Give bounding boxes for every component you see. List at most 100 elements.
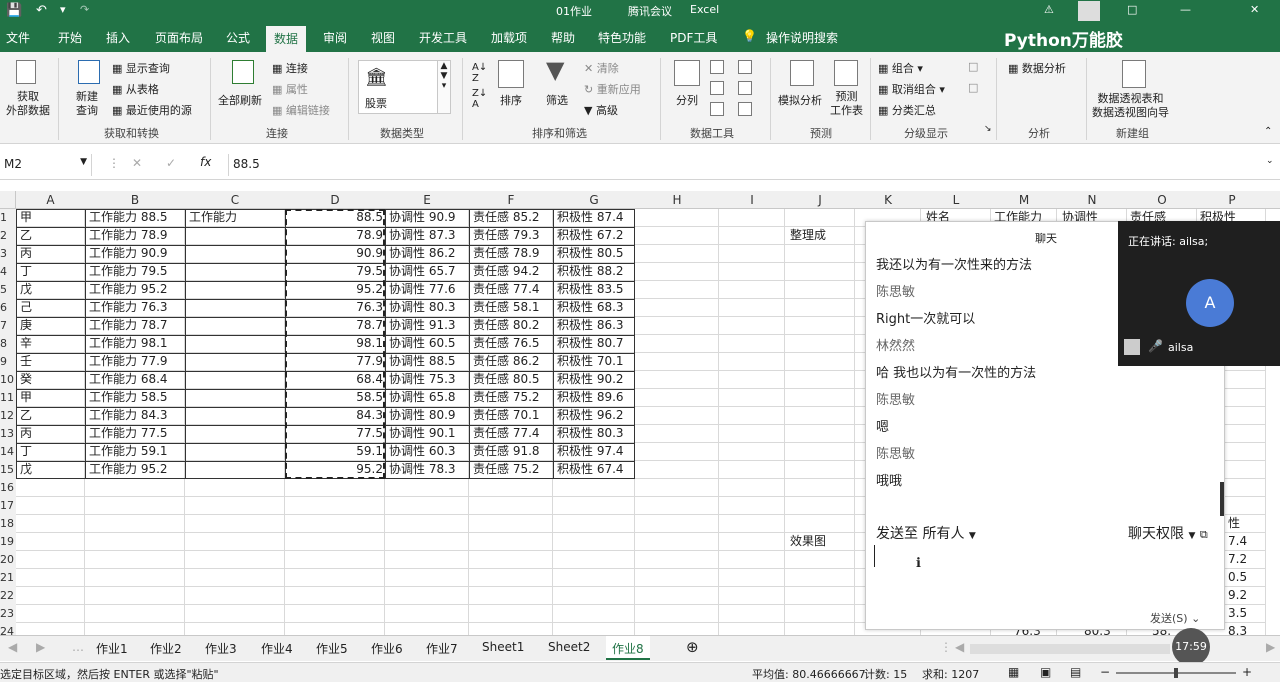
grid-cell[interactable]: [16, 533, 85, 551]
chat-input[interactable]: [874, 545, 1214, 605]
horizontal-scrollbar[interactable]: [970, 644, 1170, 654]
recent-sources-button[interactable]: ▦ 最近使用的源: [112, 102, 192, 118]
gallery-scroll[interactable]: ▲ ▼ ▾: [437, 60, 451, 114]
grid-cell[interactable]: [469, 587, 553, 605]
select-all-corner[interactable]: [0, 191, 16, 209]
grid-cell[interactable]: [785, 353, 855, 371]
ribbon-options-icon[interactable]: □: [1127, 3, 1137, 16]
grid-cell[interactable]: [635, 569, 719, 587]
edit-links-button[interactable]: ▦ 编辑链接: [272, 102, 330, 118]
grid-cell[interactable]: [785, 281, 855, 299]
sheet-tab[interactable]: Sheet1: [482, 640, 524, 654]
grid-cell[interactable]: [785, 389, 855, 407]
tell-me-search[interactable]: 操作说明搜索: [766, 29, 838, 46]
grid-cell[interactable]: [85, 587, 185, 605]
grid-cell[interactable]: [85, 533, 185, 551]
show-query-button[interactable]: ▦ 显示查询: [112, 60, 170, 76]
grid-cell[interactable]: [185, 605, 285, 623]
grid-cell[interactable]: [785, 335, 855, 353]
new-query-button[interactable]: 新建 查询: [68, 90, 106, 118]
grid-cell[interactable]: [469, 515, 553, 533]
grid-cell[interactable]: [719, 245, 785, 263]
row-header[interactable]: 5: [0, 281, 16, 299]
tab-home[interactable]: 开始: [58, 29, 82, 46]
tab-review[interactable]: 审阅: [323, 29, 347, 46]
tab-addins[interactable]: 加载项: [491, 29, 527, 46]
expand-formula-icon[interactable]: ⌄: [1266, 156, 1274, 166]
grid-cell[interactable]: [16, 497, 85, 515]
col-header-j[interactable]: J: [785, 193, 855, 207]
filter-button[interactable]: 筛选: [546, 92, 568, 108]
grid-cell[interactable]: [185, 551, 285, 569]
col-header-h[interactable]: H: [635, 193, 719, 207]
grid-cell[interactable]: [553, 497, 635, 515]
scroll-left-icon[interactable]: ◀: [955, 640, 964, 654]
grid-cell[interactable]: [635, 263, 719, 281]
row-header[interactable]: 19: [0, 533, 16, 551]
col-header-n[interactable]: N: [1057, 193, 1127, 207]
grid-cell[interactable]: [553, 479, 635, 497]
consolidate-icon[interactable]: [738, 60, 752, 74]
col-header-f[interactable]: F: [469, 193, 553, 207]
col-header-e[interactable]: E: [385, 193, 469, 207]
grid-cell[interactable]: [285, 551, 385, 569]
sheet-tab[interactable]: 作业6: [371, 640, 403, 657]
grid-cell[interactable]: [385, 605, 469, 623]
grid-cell[interactable]: [16, 587, 85, 605]
row-header[interactable]: 23: [0, 605, 16, 623]
grid-cell[interactable]: [785, 407, 855, 425]
sort-button[interactable]: 排序: [500, 92, 522, 108]
grid-cell[interactable]: [635, 533, 719, 551]
grid-cell[interactable]: [185, 317, 285, 335]
grid-cell[interactable]: [719, 281, 785, 299]
grid-cell[interactable]: [635, 551, 719, 569]
grid-cell[interactable]: [719, 227, 785, 245]
redo-icon[interactable]: ↷: [80, 3, 89, 16]
page-break-view-icon[interactable]: ▤: [1070, 665, 1081, 679]
row-header[interactable]: 13: [0, 425, 16, 443]
grid-cell[interactable]: [785, 209, 855, 227]
grid-cell[interactable]: [719, 479, 785, 497]
row-header[interactable]: 7: [0, 317, 16, 335]
grid-cell[interactable]: [553, 515, 635, 533]
send-to-selector[interactable]: 发送至 所有人 ▼: [876, 523, 976, 543]
subtotal-button[interactable]: ▦ 分类汇总: [878, 102, 936, 118]
grid-cell[interactable]: [719, 533, 785, 551]
grid-cell[interactable]: [635, 371, 719, 389]
grid-cell[interactable]: [719, 209, 785, 227]
sheet-tab[interactable]: 作业1: [96, 640, 128, 657]
grid-cell[interactable]: [719, 425, 785, 443]
formula-input[interactable]: 88.5: [228, 154, 1268, 176]
grid-cell[interactable]: [285, 497, 385, 515]
remove-duplicates-icon[interactable]: [710, 81, 724, 95]
grid-cell[interactable]: [719, 317, 785, 335]
row-header[interactable]: 6: [0, 299, 16, 317]
more-sheets-icon[interactable]: …: [72, 640, 84, 654]
grid-cell[interactable]: [635, 497, 719, 515]
close-icon[interactable]: ✕: [1250, 3, 1259, 16]
zoom-out-icon[interactable]: −: [1100, 665, 1110, 679]
grid-cell[interactable]: [785, 317, 855, 335]
grid-cell[interactable]: [185, 335, 285, 353]
grid-cell[interactable]: [185, 587, 285, 605]
grid-cell[interactable]: [719, 515, 785, 533]
grid-cell[interactable]: [635, 227, 719, 245]
grid-cell[interactable]: [719, 443, 785, 461]
grid-cell[interactable]: [635, 281, 719, 299]
row-header[interactable]: 17: [0, 497, 16, 515]
col-header-i[interactable]: I: [719, 193, 785, 207]
chat-permission-button[interactable]: 聊天权限 ▼ ⧉: [1128, 523, 1208, 543]
normal-view-icon[interactable]: ▦: [1008, 665, 1019, 679]
grid-cell[interactable]: [385, 497, 469, 515]
page-layout-view-icon[interactable]: ▣: [1040, 665, 1051, 679]
tab-splitter[interactable]: ⋮: [940, 640, 952, 654]
grid-cell[interactable]: [185, 263, 285, 281]
pivot-wizard-button[interactable]: 数据透视表和 数据透视图向导: [1092, 92, 1169, 120]
sheet-tab[interactable]: 作业3: [205, 640, 237, 657]
collapse-ribbon-icon[interactable]: ⌃: [1264, 126, 1272, 137]
grid-cell[interactable]: [469, 479, 553, 497]
what-if-button[interactable]: 模拟分析: [778, 92, 822, 108]
grid-cell[interactable]: [185, 443, 285, 461]
zoom-in-icon[interactable]: +: [1242, 665, 1252, 679]
grid-cell[interactable]: [785, 425, 855, 443]
